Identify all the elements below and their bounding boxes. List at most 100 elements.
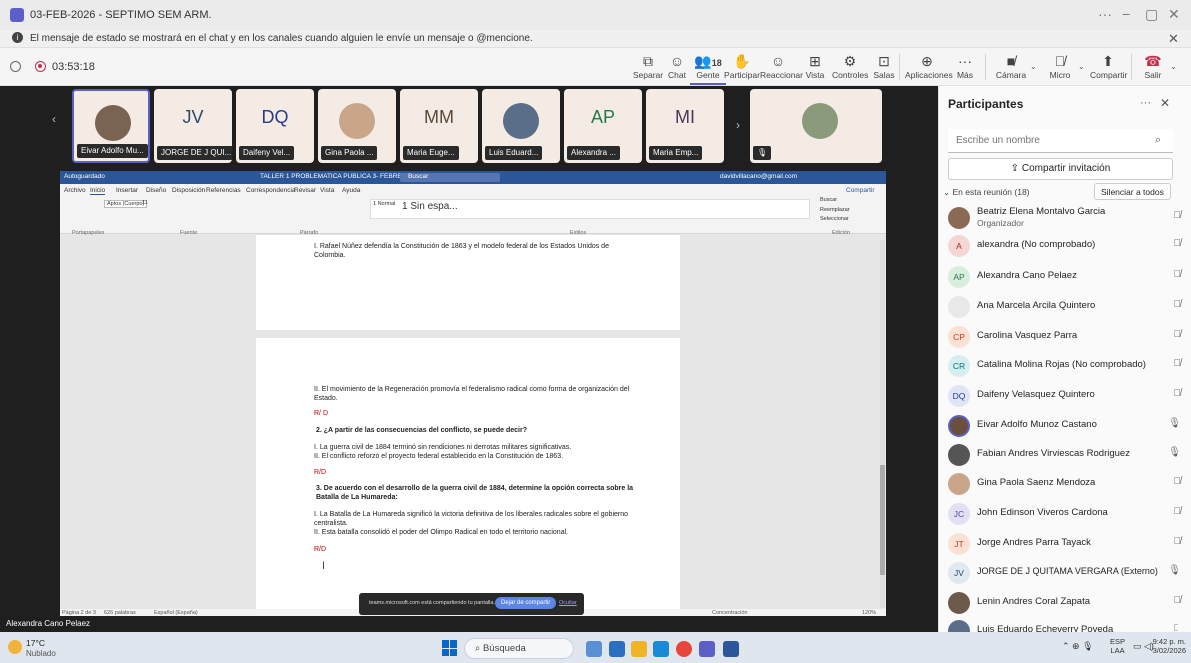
raise-hand-button[interactable]: ✋ Participar — [724, 53, 760, 80]
file-explorer-icon[interactable] — [609, 641, 625, 657]
more-button[interactable]: ··· Más — [947, 53, 983, 80]
apps-button[interactable]: ⊕ Aplicaciones — [905, 53, 953, 80]
font-size-select[interactable]: 11 — [142, 200, 148, 206]
video-tile[interactable]: MM Maria Euge... — [400, 89, 478, 163]
participant-row[interactable]: Luis Eduardo Echeverry Poveda 🎙̸ — [948, 616, 1178, 632]
tab-ayuda[interactable]: Ayuda — [342, 187, 360, 194]
network-volume-icons[interactable]: ▭ ◁) — [1133, 641, 1154, 652]
tab-inicio[interactable]: Inicio — [90, 187, 106, 195]
tab-diseno[interactable]: Diseño — [146, 187, 166, 194]
participant-row[interactable]: Lenin Andres Coral Zapata 🎙̸ — [948, 588, 1181, 618]
tiles-prev-icon[interactable]: ‹ — [52, 112, 56, 126]
video-tile[interactable]: JV JORGE DE J QUI... — [154, 89, 232, 163]
doc-question: 3. De acuerdo con el desarrollo de la gu… — [316, 485, 634, 501]
replace-button[interactable]: Reemplazar — [820, 207, 850, 213]
video-tile[interactable]: Luis Eduard... — [482, 89, 560, 163]
doc-paragraph: I. Rafael Núñez defendía la Constitución… — [314, 243, 609, 259]
section-header[interactable]: ⌄ En esta reunión (18) — [943, 187, 1030, 198]
participant-row[interactable]: JV JORGE DE J QUITAMA VERGARA (Externo) 🎙 — [948, 558, 1181, 588]
share-invite-button[interactable]: ⇪ Compartir invitación — [948, 158, 1173, 180]
hide-share-bar-link[interactable]: Ocultar — [559, 600, 577, 606]
minimize-icon[interactable]: − — [1122, 6, 1130, 22]
participant-row[interactable]: JC John Edinson Viveros Cardona 🎙̸ — [948, 499, 1181, 529]
camera-button[interactable]: ■̸ Cámara — [993, 53, 1029, 80]
recording-icon — [35, 61, 46, 72]
system-tray-icons[interactable]: ⌃ ⊕ 🎙 — [1062, 641, 1094, 652]
view-button[interactable]: ⊞ Vista — [797, 53, 833, 80]
word-scrollbar[interactable] — [880, 240, 885, 608]
participant-row[interactable]: Eivar Adolfo Munoz Castano 🎙 — [948, 411, 1181, 441]
more-options-icon[interactable]: ··· — [1098, 6, 1112, 22]
mic-off-icon: 🎙̸ — [1173, 329, 1182, 340]
edge-icon[interactable] — [653, 641, 669, 657]
restore-icon[interactable]: ▢ — [1145, 6, 1158, 23]
leave-chevron-icon[interactable]: ⌄ — [1170, 62, 1177, 71]
windows-start-icon[interactable] — [442, 640, 458, 656]
participant-row[interactable]: AP Alexandra Cano Pelaez 🎙̸ — [948, 262, 1181, 292]
stop-sharing-button[interactable]: Dejar de compartir — [495, 597, 557, 609]
video-tile[interactable]: Gina Paola ... — [318, 89, 396, 163]
participant-row[interactable]: CR Catalina Molina Rojas (No comprobado) 🎙… — [948, 351, 1181, 381]
tab-referencias[interactable]: Referencias — [206, 187, 241, 194]
taskbar-app-icon[interactable] — [586, 641, 602, 657]
tab-revisar[interactable]: Revisar — [294, 187, 316, 194]
select-button[interactable]: Seleccionar — [820, 216, 849, 222]
search-icon: ⌕ — [1155, 134, 1162, 146]
participant-row[interactable]: Ana Marcela Arcila Quintero 🎙̸ — [948, 292, 1181, 322]
mic-on-icon: 🎙 — [1168, 447, 1181, 458]
leave-button[interactable]: ☎ Salir — [1139, 53, 1167, 80]
mic-on-icon: 🎙 — [1168, 565, 1181, 576]
tab-archivo[interactable]: Archivo — [64, 187, 86, 194]
panel-close-icon[interactable]: ✕ — [1160, 96, 1170, 110]
participant-row[interactable]: JT Jorge Andres Parra Tayack 🎙̸ — [948, 529, 1181, 559]
doc-paragraph: I. La guerra civil de 1884 terminó sin r… — [314, 444, 572, 451]
chrome-icon[interactable] — [676, 641, 692, 657]
folder-icon[interactable] — [631, 641, 647, 657]
clock[interactable]: 9:42 p. m. 3/02/2026 — [1152, 637, 1186, 655]
tab-insertar[interactable]: Insertar — [116, 187, 138, 194]
participant-row[interactable]: Fabian Andres Virviescas Rodriguez 🎙 — [948, 440, 1181, 470]
video-tile[interactable]: Eivar Adolfo Mu... — [72, 89, 150, 163]
screen-share-bar: teams.microsoft.com está compartiendo tu… — [359, 593, 584, 615]
teams-icon[interactable] — [699, 641, 715, 657]
panel-more-icon[interactable]: ··· — [1140, 97, 1151, 109]
find-button[interactable]: Buscar — [820, 197, 837, 203]
font-name-select[interactable]: Aptos (Cuerpo) — [104, 200, 148, 208]
mic-button[interactable]: 🎙̸ Micro — [1042, 53, 1078, 80]
mic-chevron-icon[interactable]: ⌄ — [1078, 62, 1085, 71]
participant-row[interactable]: Aalexandra (No comprobado) 🎙̸ — [948, 231, 1181, 261]
video-tile[interactable]: AP Alexandra ... — [564, 89, 642, 163]
doc-answer: R/D — [314, 469, 327, 476]
tab-disposicion[interactable]: Disposición — [172, 187, 205, 194]
participant-row[interactable]: Gina Paola Saenz Mendoza 🎙̸ — [948, 469, 1181, 499]
video-tile[interactable]: 🎙 — [750, 89, 882, 163]
people-button[interactable]: 👥18 Gente — [690, 53, 726, 85]
word-share-button[interactable]: Compartir — [846, 187, 875, 194]
rooms-button[interactable]: ⊡ Salas — [866, 53, 902, 80]
tab-correspondencia[interactable]: Correspondencia — [246, 187, 296, 194]
close-icon[interactable]: ✕ — [1168, 6, 1180, 23]
word-icon[interactable] — [723, 641, 739, 657]
participant-row[interactable]: DQ Daifeny Velasquez Quintero 🎙̸ — [948, 381, 1181, 411]
video-tile[interactable]: DQ Daifeny Vel... — [236, 89, 314, 163]
mute-all-button[interactable]: Silenciar a todos — [1094, 183, 1171, 200]
react-button[interactable]: ☺ Reaccionar — [760, 53, 803, 80]
taskbar-search[interactable]: ⌕ Búsqueda — [464, 638, 574, 659]
tab-vista[interactable]: Vista — [320, 187, 334, 194]
tiles-next-icon[interactable]: › — [736, 118, 740, 132]
panel-title: Participantes — [948, 97, 1024, 111]
doc-paragraph: II. El conflicto reforzó el proyecto fed… — [314, 453, 564, 460]
participant-search-input[interactable] — [948, 129, 1173, 153]
doc-paragraph: I. La Batalla de La Humareda significó l… — [314, 511, 629, 527]
share-button[interactable]: ⬆ Compartir — [1090, 53, 1127, 80]
mic-off-icon: 🎙̸ — [1173, 210, 1182, 221]
language-indicator[interactable]: ESP LAA — [1110, 637, 1125, 655]
mic-off-icon: 🎙̸ — [1173, 238, 1182, 249]
controls-button[interactable]: ⚙ Controles — [832, 53, 868, 80]
banner-close-icon[interactable]: ✕ — [1168, 31, 1179, 47]
rooms-icon: ⊡ — [878, 53, 890, 69]
video-tile[interactable]: MI Maria Emp... — [646, 89, 724, 163]
participant-row[interactable]: CP Carolina Vasquez Parra 🎙̸ — [948, 322, 1181, 352]
participant-row[interactable]: Beatriz Elena Montalvo Garcia Organizador… — [948, 203, 1181, 233]
camera-chevron-icon[interactable]: ⌄ — [1030, 62, 1037, 71]
